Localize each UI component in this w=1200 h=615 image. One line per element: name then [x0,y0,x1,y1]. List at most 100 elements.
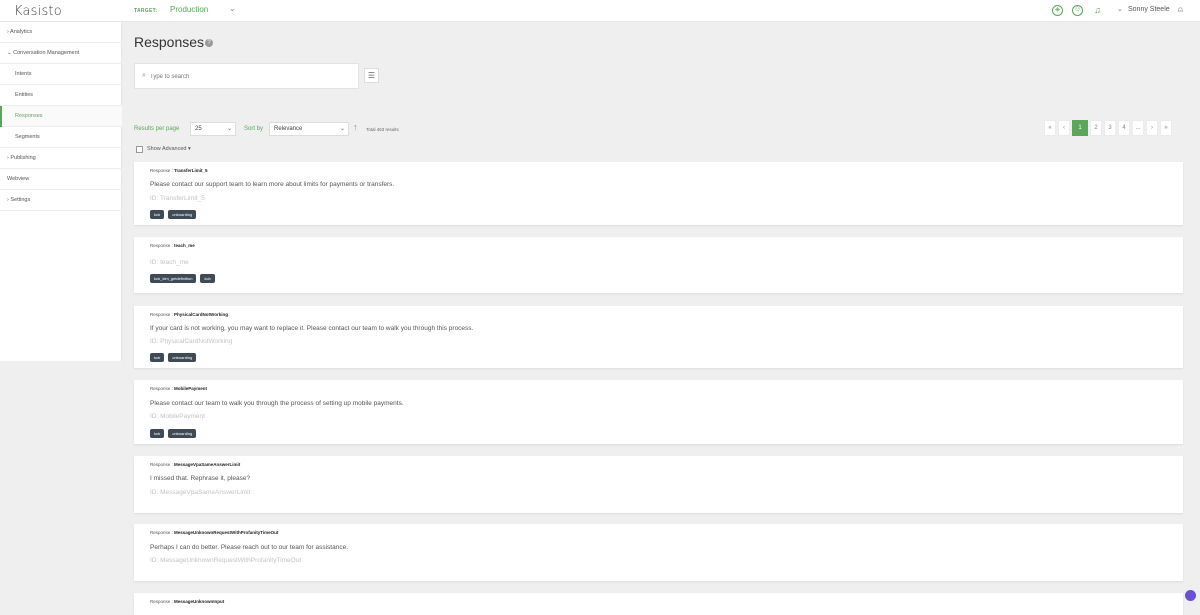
tag-list: kcb onboarding [150,210,200,228]
sidebar-item-analytics[interactable]: › Analytics [0,22,122,43]
response-id: ID: PhysicalCardNotWorking [150,338,233,345]
response-card[interactable]: Response : MobilePayment Please contact … [134,380,1183,444]
sort-direction-icon[interactable]: ↑ [353,122,358,132]
sidebar-item-publishing[interactable]: › Publishing [0,148,122,169]
response-prefix: Response : [150,386,175,391]
sidebar-item-responses[interactable]: Responses [0,106,122,127]
response-prefix: Response : [150,599,175,604]
response-id: ID: MessageVpaSameAnswerLimit [150,489,251,496]
search-box[interactable]: ⌕ [134,63,359,89]
response-header: Response : PhysicalCardNotWorking [150,312,228,317]
last-page-button[interactable]: » [1160,120,1172,136]
sort-by-value: Relevance [274,126,303,132]
response-text: Please contact our support team to learn… [150,181,395,188]
results-per-page-select[interactable]: 25 ⌄ [190,122,236,136]
next-page-button[interactable]: › [1146,120,1158,136]
response-text: I missed that. Rephrase it, please? [150,475,251,482]
page-button-2[interactable]: 2 [1090,120,1102,136]
show-advanced-text: Show Advanced [147,146,187,152]
sidebar-item-conversation-management[interactable]: ⌄ Conversation Management [0,43,122,64]
response-card[interactable]: Response : MessageUnknownInput [134,593,1183,615]
tag-badge[interactable]: onboarding [168,353,197,362]
response-prefix: Response : [150,168,175,173]
chevron-down-icon[interactable]: ⌄ [229,4,236,13]
response-header: Response : MessageVpaSameAnswerLimit [150,462,240,467]
prev-page-button[interactable]: ‹ [1058,120,1070,136]
sidebar-item-webview[interactable]: Webview [0,169,122,190]
sidebar-item-entities[interactable]: Entities [0,85,122,106]
total-results: Total 463 results [366,127,399,132]
response-name: MessageUnknownRequestWithProfanityTimeOu… [174,530,279,535]
page-button-1[interactable]: 1 [1072,120,1088,136]
response-prefix: Response : [150,530,175,535]
cube-icon[interactable]: ◈ [1052,5,1063,16]
response-text: Please contact our team to walk you thro… [150,400,404,407]
user-icon[interactable]: ⍝ [1178,5,1183,15]
bell-icon[interactable]: ♫ [1092,5,1103,16]
response-id: ID: MessageUnknownRequestWithProfanityTi… [150,557,302,564]
response-prefix: Response : [150,462,175,467]
tag-list: kcb onboarding [150,353,200,371]
page-title: Responses [134,34,205,50]
page-button-4[interactable]: 4 [1118,120,1130,136]
response-header: Response : TransferLimit_5 [150,168,208,173]
chat-launcher-button[interactable] [1185,590,1196,601]
response-name: MessageVpaSameAnswerLimit [174,462,241,467]
search-input[interactable] [150,72,350,81]
response-card[interactable]: Response : TransferLimit_5 Please contac… [134,162,1183,225]
filter-button[interactable]: ☰ [364,68,379,83]
response-card[interactable]: Response : PhysicalCardNotWorking If you… [134,306,1183,368]
response-card[interactable]: Response : teach_me ID: teach_me kcb_kim… [134,237,1183,293]
tag-badge[interactable]: kcb [150,210,165,219]
sidebar-item-segments[interactable]: Segments [0,127,122,148]
chevron-down-icon: ⌄ [226,126,232,132]
tag-badge[interactable]: onboarding [168,210,197,219]
response-prefix: Response : [150,243,175,248]
tag-badge[interactable]: kcb [150,353,165,362]
show-advanced-label[interactable]: Show Advanced ▾ [147,146,191,152]
top-bar: Kasisto TARGET: Production ⌄ ◈ ⚇ ♫ ⌄ Son… [0,0,1200,22]
response-text: Perhaps I can do better. Please reach ou… [150,544,349,551]
sort-by-select[interactable]: Relevance ⌄ [269,122,349,136]
tag-badge[interactable]: kcb [200,274,215,283]
show-advanced-checkbox[interactable] [136,146,143,153]
first-page-button[interactable]: « [1044,120,1056,136]
sort-by-label: Sort by [244,126,264,132]
page-button-3[interactable]: 3 [1104,120,1116,136]
tag-badge[interactable]: onboarding [168,429,197,438]
response-name: teach_me [174,243,195,248]
app-logo[interactable]: Kasisto [14,4,62,19]
target-label: TARGET: [134,8,158,14]
response-header: Response : MobilePayment [150,386,207,391]
tag-list: kcb_kim_getdefinition kcb [150,274,219,292]
response-card[interactable]: Response : MessageVpaSameAnswerLimit I m… [134,456,1183,513]
results-per-page-label: Results per page [134,126,180,132]
response-header: Response : teach_me [150,243,195,248]
response-header: Response : MessageUnknownRequestWithProf… [150,530,278,535]
tag-badge[interactable]: kcb_kim_getdefinition [150,274,197,283]
response-name: TransferLimit_5 [174,168,208,173]
chevron-down-icon: ⌄ [339,126,345,132]
response-id: ID: teach_me [150,259,189,266]
response-name: PhysicalCardNotWorking [174,312,228,317]
help-icon[interactable]: ? [205,39,213,47]
response-card[interactable]: Response : MessageUnknownRequestWithProf… [134,524,1183,581]
response-name: MobilePayment [174,386,208,391]
search-icon: ⌕ [142,72,146,79]
sliders-icon: ☰ [367,71,376,80]
response-id: ID: MobilePayment [150,413,205,420]
response-text: If your card is not working, you may wan… [150,325,474,332]
response-prefix: Response : [150,312,175,317]
sidebar-item-intents[interactable]: Intents [0,64,122,85]
pagination: « ‹ 1 2 3 4 ... › » [1044,120,1184,136]
person-circle-icon[interactable]: ⚇ [1072,5,1083,16]
sidebar-item-settings[interactable]: › Settings [0,190,122,211]
sidebar: › Analytics ⌄ Conversation Management In… [0,22,122,361]
user-name[interactable]: Sonny Steele [1128,6,1170,13]
response-id: ID: TransferLimit_5 [150,195,205,202]
page-ellipsis: ... [1132,120,1144,136]
tag-badge[interactable]: kcb [150,429,165,438]
chevron-down-icon[interactable]: ⌄ [1117,5,1123,13]
target-select[interactable]: Production [170,5,208,14]
response-name: MessageUnknownInput [174,599,225,604]
